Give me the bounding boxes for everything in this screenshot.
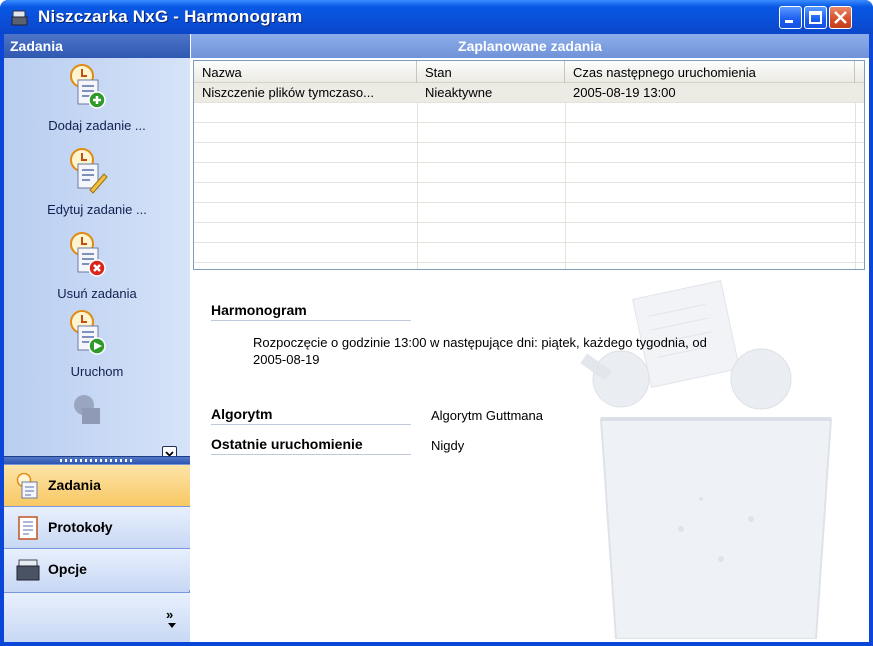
app-window: Niszczarka NxG - Harmonogram Zadania Dod… xyxy=(0,0,873,646)
logs-icon xyxy=(18,516,38,540)
client-area: Zadania Dodaj zadanie ... Edytuj zadanie… xyxy=(4,34,869,642)
add-task-icon xyxy=(70,64,106,109)
tasks-icon xyxy=(16,473,38,499)
edit-task-label: Edytuj zadanie ... xyxy=(47,202,147,217)
more-chevron-icon: » xyxy=(166,607,174,622)
nav-options[interactable]: Opcje xyxy=(4,548,190,590)
maximize-button[interactable] xyxy=(804,6,827,29)
minimize-button[interactable] xyxy=(779,6,802,29)
run-task-icon xyxy=(70,310,106,355)
maximize-icon xyxy=(809,11,822,24)
empty-row xyxy=(194,183,864,203)
add-task-button[interactable]: Dodaj zadanie ... xyxy=(4,60,190,140)
column-header-name[interactable]: Nazwa xyxy=(194,61,417,83)
table-header: Nazwa Stan Czas następnego uruchomienia xyxy=(194,61,864,83)
empty-row xyxy=(194,123,864,143)
column-header-state[interactable]: Stan xyxy=(417,61,565,83)
run-task-button[interactable]: Uruchom xyxy=(4,306,190,386)
edit-task-button[interactable]: Edytuj zadanie ... xyxy=(4,144,190,224)
delete-task-button[interactable]: Usuń zadania xyxy=(4,228,190,308)
main-header: Zaplanowane zadania xyxy=(191,34,869,58)
nav-tasks-label: Zadania xyxy=(48,477,101,493)
nav-options-label: Opcje xyxy=(48,561,87,577)
sidebar-header: Zadania xyxy=(4,34,190,58)
column-header-next-run[interactable]: Czas następnego uruchomienia xyxy=(565,61,855,83)
close-icon xyxy=(834,11,847,24)
disabled-task-icon xyxy=(74,395,100,424)
last-run-value: Nigdy xyxy=(431,438,465,453)
nav-logs-label: Protokoły xyxy=(48,519,113,535)
shredder-app-icon xyxy=(11,10,28,26)
empty-row xyxy=(194,143,864,163)
tasks-table: Nazwa Stan Czas następnego uruchomienia … xyxy=(193,60,865,270)
small-down-arrow-icon xyxy=(168,623,176,628)
delete-task-label: Usuń zadania xyxy=(57,286,137,301)
cell-state: Nieaktywne xyxy=(425,85,493,100)
schedule-text-line1: Rozpoczęcie o godzinie 13:00 w następują… xyxy=(253,335,707,350)
schedule-heading: Harmonogram xyxy=(211,302,411,321)
algorithm-value: Algorytm Guttmana xyxy=(431,408,543,423)
algorithm-label: Algorytm xyxy=(211,406,411,425)
table-row[interactable]: Niszczenie plików tymczaso... Nieaktywne… xyxy=(194,83,864,103)
empty-row xyxy=(194,203,864,223)
last-run-label: Ostatnie uruchomienie xyxy=(211,436,411,455)
cell-next-run: 2005-08-19 13:00 xyxy=(573,85,676,100)
options-icon xyxy=(16,559,40,581)
window-title: Niszczarka NxG - Harmonogram xyxy=(38,7,303,26)
close-button[interactable] xyxy=(829,6,852,29)
shredder-watermark-icon xyxy=(580,280,833,639)
empty-row xyxy=(194,163,864,183)
sidebar: Zadania Dodaj zadanie ... Edytuj zadanie… xyxy=(4,34,190,642)
edit-task-icon xyxy=(70,148,108,194)
main-panel: Zaplanowane zadania Nazwa Stan Czas nast… xyxy=(191,34,869,642)
delete-task-icon xyxy=(70,232,106,277)
run-task-label: Uruchom xyxy=(70,364,124,379)
grip-dots xyxy=(60,459,132,462)
empty-row xyxy=(194,103,864,123)
more-buttons-bar[interactable]: » xyxy=(4,592,190,642)
task-panel: Dodaj zadanie ... Edytuj zadanie ... Usu… xyxy=(4,58,190,461)
schedule-text-line2: 2005-08-19 xyxy=(253,352,320,367)
panel-splitter[interactable] xyxy=(4,456,190,464)
cell-name: Niszczenie plików tymczaso... xyxy=(202,85,374,100)
nav-tasks[interactable]: Zadania xyxy=(4,464,190,506)
add-task-label: Dodaj zadanie ... xyxy=(48,118,146,133)
empty-row xyxy=(194,223,864,243)
empty-row xyxy=(194,243,864,263)
nav-logs[interactable]: Protokoły xyxy=(4,506,190,548)
minimize-icon xyxy=(785,20,793,23)
title-bar[interactable]: Niszczarka NxG - Harmonogram xyxy=(0,0,873,34)
